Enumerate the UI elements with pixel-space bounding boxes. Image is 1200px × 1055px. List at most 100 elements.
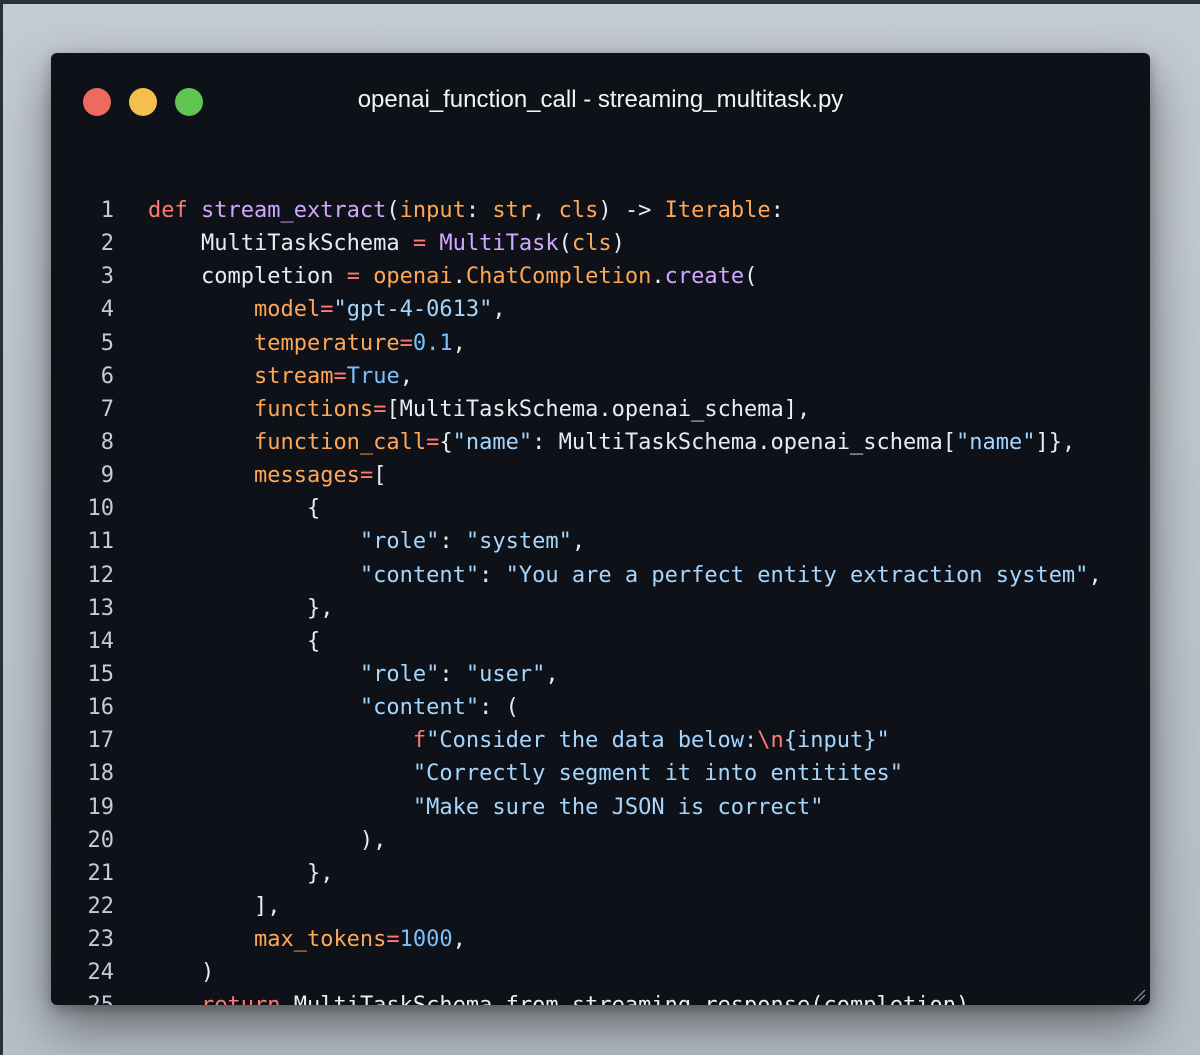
code-text: max_tokens=1000,	[148, 923, 466, 956]
code-text: "Make sure the JSON is correct"	[148, 791, 824, 824]
code-token: input	[399, 198, 466, 223]
code-editor[interactable]: 1 def stream_extract(input: str, cls) -> …	[51, 194, 1150, 1005]
code-token: "system"	[465, 529, 572, 555]
code-line[interactable]: 3 completion = openai.ChatCompletion.cre…	[51, 260, 1150, 293]
code-token: "Make sure the JSON is correct"	[412, 794, 824, 820]
code-line[interactable]: 24 )	[51, 956, 1150, 989]
line-number: 5	[100, 330, 114, 356]
code-token: "user"	[465, 661, 546, 687]
code-line[interactable]: 14 {	[51, 625, 1150, 658]
line-number: 13	[87, 595, 115, 621]
code-token: 1000	[399, 927, 453, 953]
code-line[interactable]: 25 return MultiTaskSchema.from_streaming…	[51, 989, 1150, 1005]
code-line[interactable]: 2 MultiTaskSchema = MultiTask(cls)	[51, 227, 1150, 260]
code-token: {	[439, 429, 453, 455]
line-number: 12	[87, 562, 115, 588]
code-line[interactable]: 7 functions=[MultiTaskSchema.openai_sche…	[51, 393, 1150, 426]
code-line[interactable]: 9 messages=[	[51, 459, 1150, 492]
code-token: : MultiTaskSchema.openai_schema[	[532, 429, 956, 455]
code-text: ],	[148, 890, 281, 923]
code-window: openai_function_call - streaming_multita…	[51, 53, 1150, 1005]
code-line[interactable]: 23 max_tokens=1000,	[51, 923, 1150, 956]
code-text: model="gpt-4-0613",	[148, 293, 506, 326]
code-line[interactable]: 20 ),	[51, 824, 1150, 857]
line-number: 17	[87, 728, 115, 754]
code-token: True	[346, 363, 400, 389]
code-text: )	[148, 956, 214, 989]
code-token: "content"	[359, 562, 480, 588]
code-text: stream=True,	[148, 360, 413, 393]
code-token: :	[439, 661, 466, 687]
line-number: 23	[87, 927, 115, 953]
code-line[interactable]: 8 function_call={"name": MultiTaskSchema…	[51, 426, 1150, 459]
code-line[interactable]: 1 def stream_extract(input: str, cls) -> …	[51, 194, 1150, 227]
code-text: def stream_extract(input: str, cls) -> I…	[148, 194, 784, 227]
code-token: completion	[200, 264, 347, 290]
code-line[interactable]: 21 },	[51, 857, 1150, 890]
code-token: =	[412, 231, 427, 257]
code-token: function_call	[253, 429, 427, 455]
code-line[interactable]: 17 f"Consider the data below:\n{input}"	[51, 724, 1150, 757]
code-line[interactable]: 4 model="gpt-4-0613",	[51, 293, 1150, 326]
code-line[interactable]: 13 },	[51, 592, 1150, 625]
code-text: function_call={"name": MultiTaskSchema.o…	[148, 426, 1075, 459]
code-token: ),	[359, 827, 387, 853]
code-token: temperature	[253, 330, 400, 356]
code-text: MultiTaskSchema = MultiTask(cls)	[148, 227, 625, 260]
title-bar: openai_function_call - streaming_multita…	[51, 53, 1150, 153]
code-text: "content": (	[148, 691, 519, 724]
code-token: :	[465, 198, 493, 223]
code-line[interactable]: 16 "content": (	[51, 691, 1150, 724]
code-text: "role": "user",	[148, 658, 559, 691]
code-token: ) ->	[598, 198, 665, 223]
code-line[interactable]: 11 "role": "system",	[51, 525, 1150, 558]
line-number: 14	[87, 628, 115, 654]
code-token: {	[306, 496, 321, 522]
code-token: "role"	[359, 529, 440, 555]
code-line[interactable]: 19 "Make sure the JSON is correct"	[51, 791, 1150, 824]
code-token: .	[651, 264, 665, 290]
code-token: ,	[452, 927, 466, 953]
code-token: cls	[558, 198, 599, 223]
code-token: messages	[253, 463, 360, 489]
code-token: =	[373, 396, 387, 422]
code-token: stream	[253, 363, 334, 389]
code-text: },	[148, 592, 334, 625]
code-token: =	[386, 927, 400, 953]
code-token: {input}"	[783, 728, 890, 754]
code-token: return	[201, 993, 280, 1005]
line-number: 4	[100, 297, 114, 323]
code-line[interactable]: 22 ],	[51, 890, 1150, 923]
code-token: ]},	[1035, 429, 1076, 455]
code-token: ,	[399, 363, 413, 389]
code-line[interactable]: 6 stream=True,	[51, 360, 1150, 393]
code-token: :	[770, 198, 784, 223]
code-text: completion = openai.ChatCompletion.creat…	[148, 260, 757, 293]
code-token: 0.1	[412, 330, 453, 356]
code-token: (	[386, 198, 400, 223]
code-token: ,	[532, 198, 559, 223]
code-token: )	[611, 231, 625, 257]
code-token: ,	[545, 661, 559, 687]
code-token: "You are a perfect entity extraction sys…	[505, 562, 1089, 588]
line-number: 2	[100, 231, 114, 257]
line-number: 3	[100, 264, 114, 290]
code-token: },	[306, 595, 334, 621]
code-token: =	[333, 363, 347, 389]
code-line[interactable]: 15 "role": "user",	[51, 658, 1150, 691]
code-token: },	[306, 860, 334, 886]
line-number: 25	[51, 989, 115, 1005]
code-line[interactable]: 5 temperature=0.1,	[51, 327, 1150, 360]
code-token: openai	[373, 264, 453, 290]
code-token: f	[412, 728, 427, 754]
code-line[interactable]: 18 "Correctly segment it into entitites"	[51, 757, 1150, 790]
code-line[interactable]: 10 {	[51, 492, 1150, 525]
code-token: "Correctly segment it into entitites"	[412, 761, 903, 787]
line-number: 6	[100, 363, 114, 389]
frame-edge-top	[0, 0, 1200, 4]
code-line[interactable]: 12 "content": "You are a perfect entity …	[51, 559, 1150, 592]
code-token: max_tokens	[253, 927, 387, 953]
code-token: \n	[757, 728, 784, 754]
code-token: "role"	[359, 661, 440, 687]
resize-handle-icon[interactable]	[1132, 988, 1146, 1002]
